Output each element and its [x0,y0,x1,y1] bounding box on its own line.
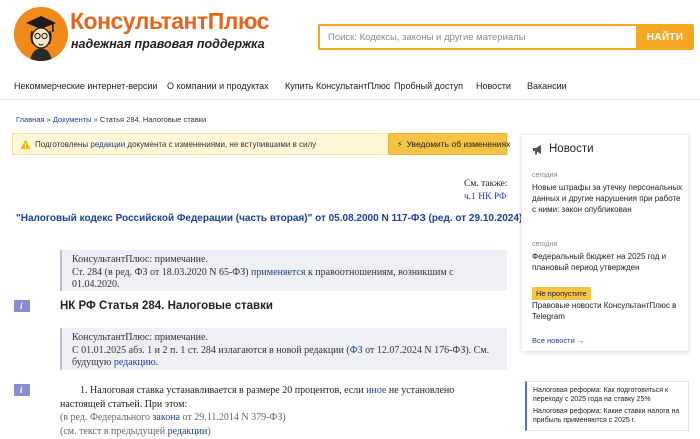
news-date: сегодня [532,172,558,179]
edition-note: (в ред. Федерального закона от 29.11.201… [60,412,286,423]
news-item-link[interactable]: Правовые новости КонсультантПлюс в Teleg… [532,300,684,322]
prev-edition-link[interactable]: редакции [168,426,208,437]
breadcrumb-home[interactable]: Главная [16,115,45,124]
search-box [318,24,636,50]
note-line: С 01.01.2025 абз. 1 и 2 п. 1 ст. 284 изл… [72,344,490,356]
tax-reform-panel: Налоговая реформа: Как подготовиться к п… [525,381,689,431]
brand-subtitle: надежная правовая поддержка [71,37,265,51]
breadcrumb: Главная » Документы » Статья 284. Налого… [16,115,206,124]
news-date: сегодня [532,241,558,248]
nav-item-vacancies[interactable]: Вакансии [527,81,567,91]
breadcrumb-separator: » [44,115,53,124]
info-marker-icon[interactable]: i [14,300,30,312]
news-heading: Новости [532,143,594,155]
paragraph: 1. Налоговая ставка устанавливается в ра… [80,385,455,396]
consultant-note: КонсультантПлюс: примечание. Ст. 284 (в … [60,250,507,291]
warning-icon [20,139,31,149]
news-item-link[interactable]: Новые штрафы за утечку персональных данн… [532,182,684,215]
future-edition-link[interactable]: редакцию [114,357,156,368]
megaphone-icon [533,144,541,154]
note-line: будущую редакцию. [72,357,159,368]
breadcrumb-separator: » [91,115,100,124]
nav-item-trial[interactable]: Пробный доступ [394,81,463,91]
lightning-icon: ⚡ [397,139,403,149]
law-link[interactable]: закона [152,412,180,423]
top-nav: Некоммерческие интернет-версии О компани… [0,72,700,100]
notice-text: Подготовлены редакции документа с измене… [35,140,317,149]
header: КонсультантПлюс надежная правовая поддер… [0,0,700,70]
paragraph: настоящей статьей. При этом: [60,398,188,410]
breadcrumb-documents[interactable]: Документы [53,115,92,124]
search-button[interactable]: НАЙТИ [636,24,694,50]
editions-link[interactable]: редакции [90,140,125,149]
news-panel: Новости сегодня Новые штрафы за утечку п… [521,134,689,352]
consultant-note: КонсультантПлюс: примечание. С 01.01.202… [60,328,507,370]
fz-link[interactable]: ФЗ [350,345,363,356]
brand-title[interactable]: КонсультантПлюс [70,8,269,34]
note-heading: КонсультантПлюс: примечание. [72,332,208,343]
reform-link[interactable]: Налоговая реформа: Какие ставки налога н… [533,407,689,425]
nav-item-noncommercial[interactable]: Некоммерческие интернет-версии [14,81,157,91]
document-title-link[interactable]: "Налоговый кодекс Российской Федерации (… [16,213,522,224]
nav-item-news[interactable]: Новости [476,81,511,91]
see-also-link[interactable]: ч.1 НК РФ [464,192,506,202]
all-news-link[interactable]: Все новости → [532,336,584,345]
article-body: 1. Налоговая ставка устанавливается в ра… [60,384,507,438]
nav-item-company[interactable]: О компании и продуктах [167,81,269,91]
nav-item-buy[interactable]: Купить КонсультантПлюс [285,81,390,91]
other-link[interactable]: иное [366,385,386,396]
reform-link[interactable]: Налоговая реформа: Как подготовиться к п… [533,386,689,404]
applies-link[interactable]: применяется [251,267,305,278]
search-input[interactable] [320,26,636,48]
notify-changes-label: Уведомить об изменениях [406,139,511,149]
breadcrumb-current: Статья 284. Налоговые ставки [99,115,207,124]
info-marker-icon[interactable]: i [14,384,30,396]
prev-edition-note: (см. текст в предыдущей редакции) [60,425,211,437]
note-heading: КонсультантПлюс: примечание. [72,254,208,265]
see-also-label: См. также: [464,179,508,189]
logo-emblem-icon[interactable] [14,7,68,61]
note-line: 01.04.2020. [72,279,120,290]
note-line: Ст. 284 (в ред. ФЗ от 18.03.2020 N 65-ФЗ… [72,266,454,278]
notify-changes-button[interactable]: ⚡ Уведомить об изменениях [388,133,510,155]
news-item-link[interactable]: Федеральный бюджет на 2025 год и плановы… [532,251,684,273]
article-title: НК РФ Статья 284. Налоговые ставки [60,300,273,312]
dont-miss-badge: Не пропустите [532,287,591,300]
